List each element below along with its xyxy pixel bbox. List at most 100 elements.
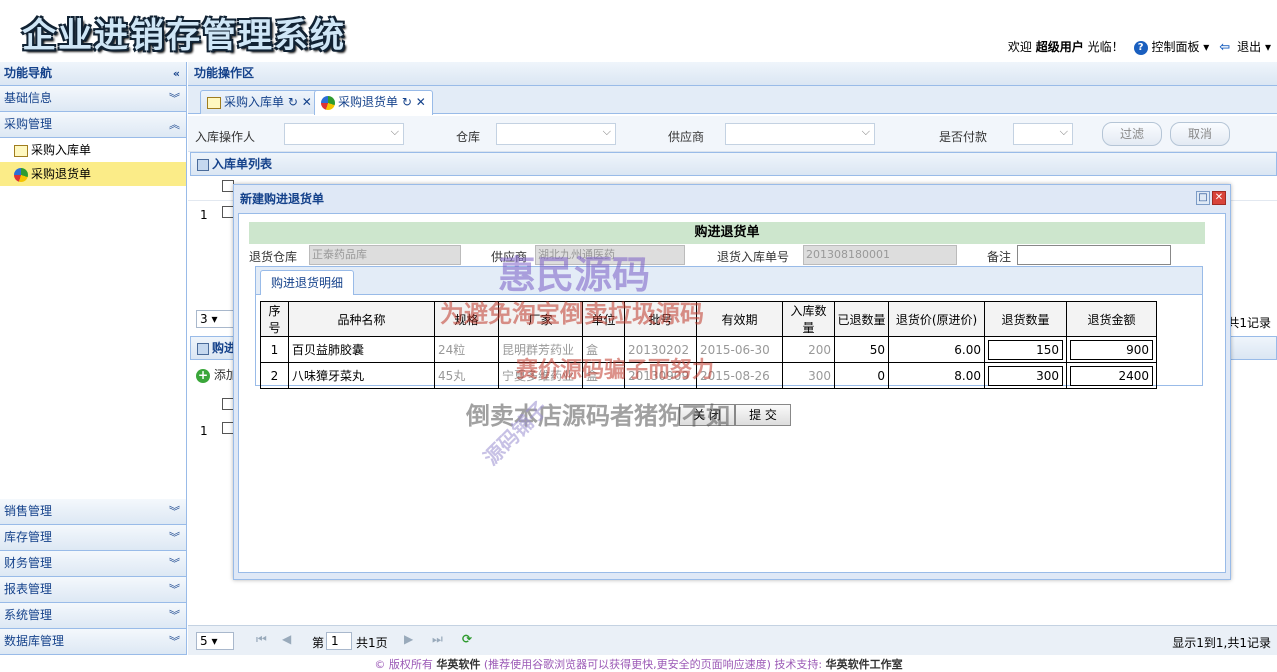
- operator-label: 入库操作人: [195, 130, 256, 144]
- cancel-filter-button[interactable]: 取消: [1170, 122, 1230, 146]
- row-number: 1: [200, 208, 208, 222]
- form-title: 购进退货单: [249, 222, 1205, 244]
- return-warehouse-label: 退货仓库: [249, 250, 298, 264]
- dialog-title: 新建购进退货单 □ ✕: [234, 185, 1230, 213]
- work-area-title: 功能操作区: [188, 62, 1277, 86]
- nav-section-system[interactable]: 系统管理 ︾: [0, 603, 186, 629]
- return-warehouse-field[interactable]: 正泰药品库: [309, 245, 461, 265]
- page-input[interactable]: 1: [326, 632, 352, 650]
- page-size-select[interactable]: 3 ▾: [196, 310, 234, 328]
- paid-label: 是否付款: [939, 130, 988, 144]
- control-panel-menu[interactable]: ? 控制面板 ▾: [1133, 38, 1209, 55]
- prev-page-icon[interactable]: ◀: [282, 632, 291, 646]
- first-page-icon[interactable]: ⏮: [256, 632, 267, 647]
- filter-bar: 入库操作人 仓库 供应商 是否付款 过滤 取消: [188, 116, 1277, 152]
- help-icon: ?: [1133, 40, 1148, 55]
- warehouse-label: 仓库: [456, 130, 481, 144]
- expand-icon: ︾: [169, 531, 180, 544]
- next-page-icon[interactable]: ▶: [404, 632, 413, 646]
- new-return-dialog: 新建购进退货单 □ ✕ 购进退货单 退货仓库 正泰药品库 供应商 湖北九州通医药 …: [233, 184, 1231, 580]
- refresh-icon[interactable]: ↻: [402, 95, 412, 109]
- expand-icon: ︾: [169, 583, 180, 596]
- pager-size-select[interactable]: 5 ▾: [196, 632, 234, 650]
- add-button[interactable]: + 添加: [196, 366, 238, 383]
- return-qty-input[interactable]: 300: [988, 365, 1063, 386]
- pie-chart-icon: [14, 167, 28, 182]
- tab-return-detail[interactable]: 购进退货明细: [260, 270, 355, 295]
- refresh-icon[interactable]: ↻: [288, 95, 298, 109]
- nav-section-sales[interactable]: 销售管理 ︾: [0, 499, 186, 525]
- return-amount-input[interactable]: 900: [1070, 339, 1153, 360]
- submit-button[interactable]: 提 交: [735, 404, 791, 426]
- close-icon[interactable]: ✕: [416, 95, 426, 109]
- dialog-body: 购进退货单 退货仓库 正泰药品库 供应商 湖北九州通医药 退货入库单号 2013…: [238, 213, 1226, 573]
- receipt-no-field[interactable]: 201308180001: [803, 245, 957, 265]
- form-icon: [14, 144, 28, 157]
- row-number-2: 1: [200, 424, 208, 438]
- col-header: 单位: [582, 301, 625, 337]
- warehouse-select[interactable]: [496, 123, 616, 145]
- expand-icon: ︾: [169, 557, 180, 570]
- add-icon: +: [196, 368, 210, 383]
- table-row: 1 百贝益肺胶囊 24粒 昆明群芳药业 盒 20130202 2015-06-3…: [260, 336, 1157, 363]
- note-label: 备注: [987, 250, 1012, 264]
- pager-info: 显示1到1,共1记录: [1172, 636, 1271, 650]
- detail-tab-bar: 购进退货明细: [256, 267, 1202, 295]
- receipt-no-label: 退货入库单号: [717, 250, 790, 264]
- close-icon[interactable]: ✕: [302, 95, 312, 109]
- maximize-icon[interactable]: □: [1196, 191, 1210, 205]
- last-page-icon[interactable]: ⏭: [432, 632, 443, 647]
- detail-panel: 购进退货明细 序号 品种名称 规格 厂家 单位 批号 有效期 入库数量 已退数量…: [255, 266, 1203, 389]
- col-header: 退货价(原进价): [888, 301, 985, 337]
- nav-item-purchase-return[interactable]: 采购退货单: [0, 162, 186, 186]
- nav-section-purchase[interactable]: 采购管理 ︽: [0, 112, 186, 138]
- close-icon[interactable]: ✕: [1212, 191, 1226, 205]
- nav-item-purchase-receipt[interactable]: 采购入库单: [0, 138, 186, 162]
- detail-table: 序号 品种名称 规格 厂家 单位 批号 有效期 入库数量 已退数量 退货价(原进…: [260, 301, 1157, 389]
- col-header: 已退数量: [834, 301, 889, 337]
- note-input[interactable]: [1017, 245, 1171, 265]
- table-row: 2 八味獐牙菜丸 45丸 宁夏多维药业 盒 20130909 2015-08-2…: [260, 362, 1157, 389]
- logout-menu[interactable]: ⇦ 退出 ▾: [1219, 38, 1271, 55]
- col-header: 品种名称: [288, 301, 435, 337]
- form-icon: [207, 96, 221, 109]
- return-amount-input[interactable]: 2400: [1070, 365, 1153, 386]
- col-header: 序号: [260, 301, 289, 337]
- col-header: 批号: [624, 301, 697, 337]
- col-header: 有效期: [696, 301, 783, 337]
- expand-icon: ︾: [169, 609, 180, 622]
- col-header: 厂家: [498, 301, 583, 337]
- collapse-icon[interactable]: «: [173, 62, 180, 85]
- tab-purchase-return[interactable]: 采购退货单 ↻ ✕: [314, 90, 433, 115]
- nav-section-database[interactable]: 数据库管理 ︾: [0, 629, 186, 655]
- header: 企业进销存管理系统 欢迎 超级用户 光临！ ? 控制面板 ▾ ⇦ 退出 ▾: [0, 0, 1277, 62]
- nav-section-inventory[interactable]: 库存管理 ︾: [0, 525, 186, 551]
- operator-select[interactable]: [284, 123, 404, 145]
- supplier-label: 供应商: [668, 130, 705, 144]
- user-bar: 欢迎 超级用户 光临！ ? 控制面板 ▾ ⇦ 退出 ▾: [1008, 38, 1271, 55]
- nav-section-basic[interactable]: 基础信息 ︾: [0, 86, 186, 112]
- paid-select[interactable]: [1013, 123, 1073, 145]
- supplier-field[interactable]: 湖北九州通医药: [535, 245, 685, 265]
- tab-bar: 采购入库单 ↻ ✕ 采购退货单 ↻ ✕: [188, 86, 1277, 115]
- page-label: 第: [312, 636, 325, 650]
- filter-button[interactable]: 过滤: [1102, 122, 1162, 146]
- return-qty-input[interactable]: 150: [988, 339, 1063, 360]
- receipt-list-header: 入库单列表: [190, 152, 1277, 176]
- welcome-text: 欢迎 超级用户 光临！: [1007, 40, 1124, 54]
- nav-section-finance[interactable]: 财务管理 ︾: [0, 551, 186, 577]
- supplier-select[interactable]: [725, 123, 875, 145]
- nav-section-reports[interactable]: 报表管理 ︾: [0, 577, 186, 603]
- nav-header: 功能导航 «: [0, 62, 186, 86]
- col-header: 退货数量: [984, 301, 1067, 337]
- tab-purchase-receipt[interactable]: 采购入库单 ↻ ✕: [200, 90, 319, 114]
- expand-icon: ︾: [169, 92, 180, 105]
- refresh-icon[interactable]: ⟳: [462, 632, 472, 646]
- app-logo: 企业进销存管理系统: [22, 16, 346, 56]
- col-header: 退货金额: [1066, 301, 1157, 337]
- logout-icon: ⇦: [1219, 39, 1231, 55]
- save-icon: [197, 158, 209, 171]
- collapse-icon: ︽: [169, 118, 180, 131]
- expand-icon: ︾: [169, 635, 180, 648]
- close-button[interactable]: 关 闭: [679, 404, 735, 426]
